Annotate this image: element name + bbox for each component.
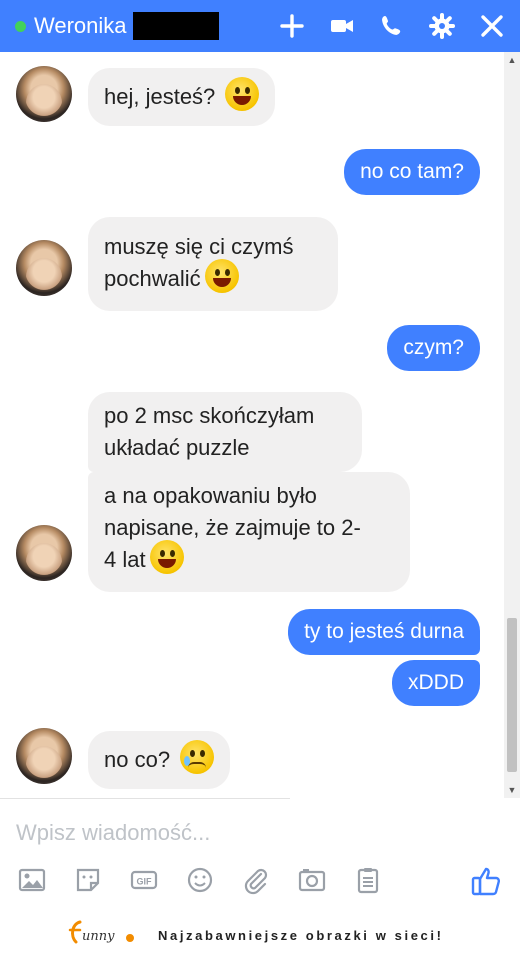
- message-text-line: napisane, że zajmuje to 2-: [104, 515, 361, 540]
- header-actions: [278, 0, 506, 52]
- watermark-footer: unny Najzabawniejsze obrazki w sieci!: [0, 912, 520, 956]
- incoming-message: muszę się ci czymś pochwalić: [88, 217, 338, 312]
- composer-toolbar: GIF: [16, 864, 384, 896]
- grinning-face-icon: [149, 540, 184, 575]
- thumbs-up-icon[interactable]: [470, 864, 504, 898]
- message-text: xDDD: [408, 671, 464, 694]
- watermark-slogan: Najzabawniejsze obrazki w sieci!: [158, 928, 444, 943]
- composer-divider: [0, 798, 290, 799]
- message-text: no co tam?: [360, 160, 464, 183]
- message-text-line: po 2 msc skończyłam: [104, 403, 315, 428]
- avatar[interactable]: [16, 240, 72, 296]
- phone-icon[interactable]: [378, 12, 406, 40]
- contact-name[interactable]: Weronika: [34, 13, 127, 39]
- message-text-line: muszę się ci czymś: [104, 234, 294, 259]
- clipboard-icon[interactable]: [352, 864, 384, 896]
- message-text-line: pochwalić: [104, 266, 201, 291]
- avatar[interactable]: [16, 728, 72, 784]
- message-text: no co?: [104, 747, 171, 772]
- avatar[interactable]: [16, 525, 72, 581]
- scroll-up-arrow-icon[interactable]: ▲: [504, 52, 520, 68]
- message-input[interactable]: Wpisz wiadomość...: [16, 820, 210, 846]
- outgoing-message: ty to jesteś durna: [288, 609, 480, 655]
- gif-icon[interactable]: GIF: [128, 864, 160, 896]
- message-text: ty to jesteś durna: [304, 620, 464, 643]
- video-icon[interactable]: [328, 12, 356, 40]
- message-text-line: a na opakowaniu było: [104, 483, 317, 508]
- chat-header: Weronika: [0, 0, 520, 52]
- svg-text:unny: unny: [82, 929, 115, 944]
- scrollbar[interactable]: ▲ ▼: [504, 52, 520, 798]
- image-icon[interactable]: [16, 864, 48, 896]
- plus-icon[interactable]: [278, 12, 306, 40]
- message-text-line: 4 lat: [104, 547, 146, 572]
- grinning-face-icon: [225, 77, 260, 112]
- emoji-icon[interactable]: [184, 864, 216, 896]
- message-text: hej, jesteś?: [104, 84, 216, 109]
- message-text: czym?: [403, 336, 464, 359]
- close-icon[interactable]: [478, 12, 506, 40]
- online-status-dot: [15, 20, 26, 32]
- funny-logo: unny: [68, 920, 134, 944]
- scroll-down-arrow-icon[interactable]: ▼: [504, 782, 520, 798]
- incoming-message: a na opakowaniu było napisane, że zajmuj…: [88, 472, 410, 593]
- camera-icon[interactable]: [296, 864, 328, 896]
- incoming-message: no co?: [88, 731, 231, 789]
- incoming-message: po 2 msc skończyłam układać puzzle: [88, 392, 362, 472]
- sticker-icon[interactable]: [72, 864, 104, 896]
- sad-sweat-face-icon: [180, 740, 215, 775]
- gear-icon[interactable]: [428, 12, 456, 40]
- svg-text:GIF: GIF: [137, 877, 153, 887]
- outgoing-message: no co tam?: [344, 149, 480, 195]
- redacted-surname: [132, 12, 219, 40]
- message-list: hej, jesteś? no co tam? muszę się ci czy…: [0, 52, 504, 798]
- message-text-line: układać puzzle: [104, 435, 250, 460]
- grinning-face-icon: [204, 259, 239, 294]
- attach-icon[interactable]: [240, 864, 272, 896]
- scroll-thumb[interactable]: [507, 618, 517, 772]
- outgoing-message: xDDD: [392, 660, 480, 706]
- incoming-message: hej, jesteś?: [88, 68, 276, 126]
- outgoing-message: czym?: [387, 325, 480, 371]
- avatar[interactable]: [16, 66, 72, 122]
